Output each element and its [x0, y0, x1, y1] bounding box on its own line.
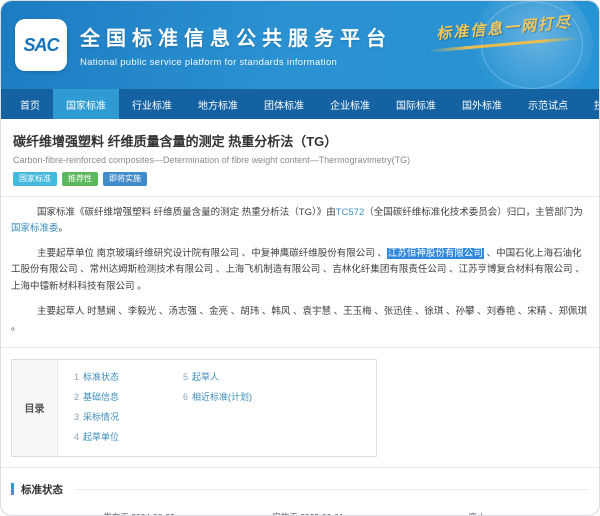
toc-item-number: 3 [74, 412, 79, 422]
toc-item-link[interactable]: 标准状态 [83, 372, 119, 382]
table-of-contents: 目录 1 标准状态 2 基础信息 3 采标情况 4 起草单位 5 起草人 6 相近标准(计划… [11, 359, 377, 457]
standards-platform-page: SAC 全国标准信息公共服务平台 National public service… [0, 0, 600, 516]
standard-title-en: Carbon-fibre-reinforced composites—Deter… [13, 155, 589, 165]
site-title: 全国标准信息公共服务平台 [80, 22, 392, 51]
tc572-link[interactable]: TC572 [336, 207, 365, 218]
toc-item-number: 4 [74, 432, 79, 442]
status-timeline: 发布于 2024-08-23 实施于 2025-03-01 废止 [11, 511, 589, 516]
main-nav: 首页 国家标准 行业标准 地方标准 团体标准 企业标准 国际标准 国外标准 示范… [1, 89, 599, 119]
drafting-units-label: 主要起草单位 [37, 248, 97, 259]
toc-item-drafters[interactable]: 5 起草人 [183, 370, 252, 383]
toc-item-status[interactable]: 1 标准状态 [74, 370, 119, 383]
section-header-rule [75, 489, 589, 490]
toc-item-similar-standards[interactable]: 6 相近标准(计划) [183, 390, 252, 403]
drafting-units-paragraph: 主要起草单位 南京玻璃纤维研究设计院有限公司 、中复神鹰碳纤维股份有限公司 、江… [11, 246, 589, 296]
summary-paragraph-1: 国家标准《碳纤维增强塑料 纤维质量含量的测定 热重分析法（TG）》由TC572（… [11, 205, 589, 238]
timeline-label-published: 发布于 2024-08-23 [103, 511, 174, 516]
toc-item-link[interactable]: 采标情况 [83, 412, 119, 422]
nav-item-international-standards[interactable]: 国际标准 [383, 89, 449, 119]
divider [1, 347, 599, 348]
site-subtitle: National public service platform for sta… [80, 57, 392, 68]
nav-item-technical-committees[interactable]: 技术委员会 [581, 89, 600, 119]
site-titles: 全国标准信息公共服务平台 National public service pla… [80, 22, 392, 68]
section-accent-bar [11, 483, 14, 495]
toc-item-basic-info[interactable]: 2 基础信息 [74, 390, 119, 403]
status-section-title: 标准状态 [21, 482, 63, 497]
timeline-node-published: 发布于 2024-08-23 [103, 511, 174, 516]
nav-item-pilot-programs[interactable]: 示范试点 [515, 89, 581, 119]
toc-label: 目录 [12, 360, 58, 456]
timeline-label-abolished: 废止 [468, 511, 485, 516]
badge-upcoming: 即将实施 [103, 172, 147, 186]
main-content: 碳纤维增强塑料 纤维质量含量的测定 热重分析法（TG） Carbon-fibre… [1, 119, 599, 516]
standard-badges: 国家标准 推荐性 即将实施 [13, 172, 589, 186]
toc-item-number: 5 [183, 372, 188, 382]
status-section-header: 标准状态 [11, 482, 589, 497]
drafters-paragraph: 主要起草人 时慧娴 、李毅光 、汤志强 、金亮 、胡玮 、韩风 、袁宇慧 、王玉… [11, 304, 589, 337]
divider [1, 196, 599, 197]
badge-national-standard: 国家标准 [13, 172, 57, 186]
toc-item-link[interactable]: 相近标准(计划) [192, 392, 252, 402]
slogan: 标准信息一网打尽 [429, 17, 579, 46]
nav-item-group-standards[interactable]: 团体标准 [251, 89, 317, 119]
highlighted-company: 江苏恒神股份有限公司 [387, 248, 484, 259]
para1-text-mid: （全国碳纤维标准化技术委员会）归口，主管部门为 [364, 207, 583, 218]
sac-committee-link[interactable]: 国家标准委 [11, 223, 59, 234]
para1-text-prefix: 国家标准《碳纤维增强塑料 纤维质量含量的测定 热重分析法（TG）》由 [37, 207, 336, 218]
toc-columns: 1 标准状态 2 基础信息 3 采标情况 4 起草单位 5 起草人 6 相近标准(计划) [58, 360, 252, 456]
toc-item-drafting-units[interactable]: 4 起草单位 [74, 430, 119, 443]
badge-recommended: 推荐性 [62, 172, 98, 186]
nav-item-foreign-standards[interactable]: 国外标准 [449, 89, 515, 119]
nav-item-industry-standards[interactable]: 行业标准 [119, 89, 185, 119]
toc-column-1: 1 标准状态 2 基础信息 3 采标情况 4 起草单位 [74, 370, 119, 450]
site-header: SAC 全国标准信息公共服务平台 National public service… [1, 1, 599, 89]
toc-column-2: 5 起草人 6 相近标准(计划) [183, 370, 252, 450]
sac-logo-text: SAC [23, 35, 58, 56]
toc-item-link[interactable]: 起草人 [192, 372, 219, 382]
timeline-node-abolished: 废止 [468, 511, 485, 516]
timeline-label-implemented: 实施于 2025-03-01 [272, 511, 343, 516]
divider [1, 467, 599, 468]
toc-item-link[interactable]: 起草单位 [83, 432, 119, 442]
drafting-units-before: 南京玻璃纤维研究设计院有限公司 、中复神鹰碳纤维股份有限公司 、 [97, 248, 387, 259]
nav-item-enterprise-standards[interactable]: 企业标准 [317, 89, 383, 119]
toc-item-number: 2 [74, 392, 79, 402]
sac-logo: SAC [15, 19, 67, 71]
toc-item-number: 1 [74, 372, 79, 382]
nav-item-home[interactable]: 首页 [7, 89, 53, 119]
toc-item-number: 6 [183, 392, 188, 402]
toc-item-adoption[interactable]: 3 采标情况 [74, 410, 119, 423]
drafters-label: 主要起草人 [37, 306, 87, 317]
toc-item-link[interactable]: 基础信息 [83, 392, 119, 402]
drafters-names: 时慧娴 、李毅光 、汤志强 、金亮 、胡玮 、韩风 、袁宇慧 、王玉梅 、张迅佳… [11, 306, 587, 334]
timeline-node-implemented: 实施于 2025-03-01 [272, 511, 343, 516]
nav-item-national-standards[interactable]: 国家标准 [53, 89, 119, 119]
para1-text-suffix: 。 [59, 223, 69, 234]
standard-title-cn: 碳纤维增强塑料 纤维质量含量的测定 热重分析法（TG） [13, 131, 589, 150]
nav-item-local-standards[interactable]: 地方标准 [185, 89, 251, 119]
